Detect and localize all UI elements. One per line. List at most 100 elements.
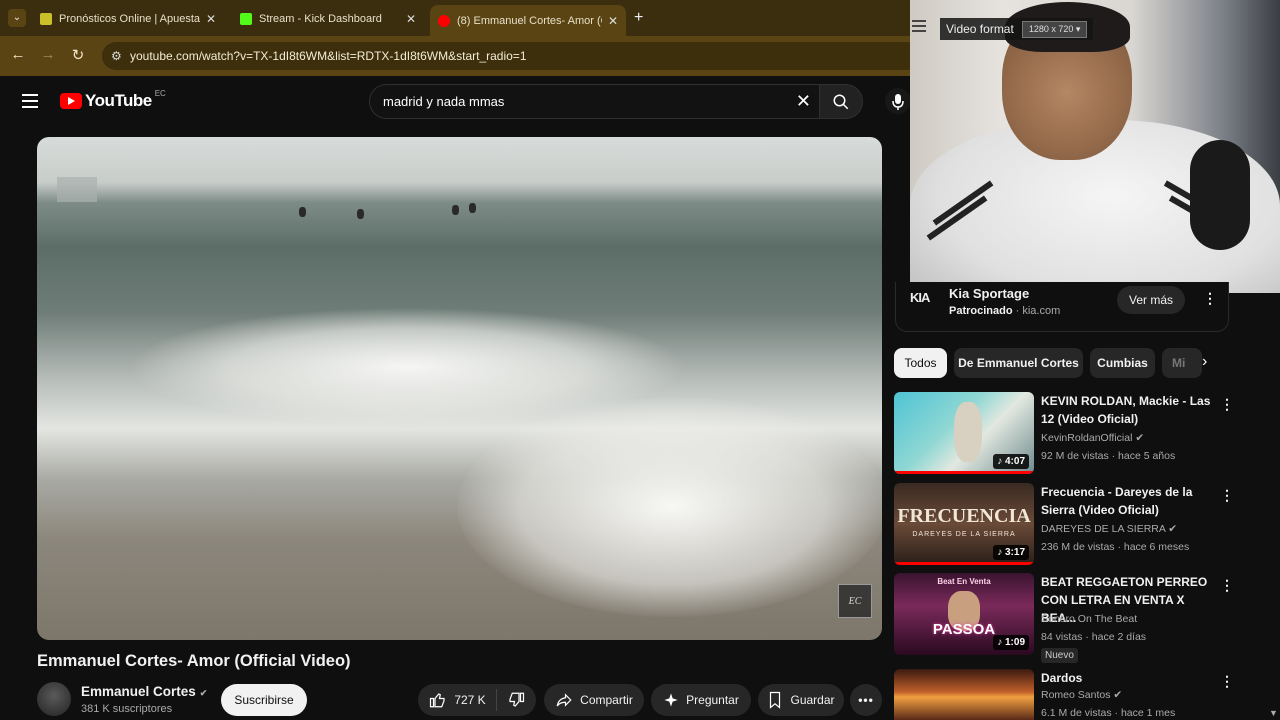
logo-text: YouTube xyxy=(85,91,152,110)
reload-icon[interactable]: ↻ xyxy=(68,46,88,64)
sponsored-label: Patrocinado xyxy=(949,305,1013,317)
tab-favicon xyxy=(40,12,52,25)
share-label: Compartir xyxy=(580,693,633,707)
youtube-logo[interactable]: YouTube EC xyxy=(60,89,166,111)
tab-pronosticos[interactable]: Pronósticos Online | Apuestas D ✕ xyxy=(32,5,224,32)
more-actions-button[interactable]: ••• xyxy=(850,684,882,716)
more-options-icon[interactable]: ⋮ xyxy=(1220,577,1234,594)
kia-logo: KIA xyxy=(910,290,930,305)
new-tab-icon[interactable]: + xyxy=(634,9,643,27)
recommendation-channel: Romeo Santos ✔ xyxy=(1041,689,1123,701)
swimmer xyxy=(469,203,476,213)
sparkle-icon xyxy=(664,693,678,707)
menu-icon[interactable] xyxy=(912,20,926,35)
youtube-header: YouTube EC madrid y nada mmas ✕ xyxy=(0,76,911,128)
site-info-icon[interactable]: ⚙ xyxy=(111,49,122,63)
swimmer xyxy=(299,207,306,217)
save-button[interactable]: Guardar xyxy=(758,684,844,716)
chevron-right-icon[interactable]: › xyxy=(1202,353,1207,371)
video-thumbnail[interactable]: ♪ 4:07 xyxy=(894,392,1034,474)
video-thumbnail[interactable]: Beat En Venta PASSOA ♪ 1:09 xyxy=(894,573,1034,655)
more-options-icon[interactable]: ⋮ xyxy=(1220,487,1234,504)
subscribe-button[interactable]: Suscribirse xyxy=(221,684,307,716)
youtube-favicon-icon xyxy=(438,14,450,27)
tab-search-button[interactable]: ⌄ xyxy=(8,9,26,27)
recommendation-title: KEVIN ROLDAN, Mackie - Las 12 (Video Ofi… xyxy=(1041,394,1211,426)
thumbnail-text: FRECUENCIA xyxy=(897,505,1031,527)
ad-domain: kia.com xyxy=(1022,305,1061,317)
watermark-text: EC xyxy=(848,595,862,607)
ad-subtitle: Patrocinado · kia.com xyxy=(949,305,1061,317)
ad-more-icon[interactable]: ⋮ xyxy=(1203,291,1217,305)
verified-icon: ✔ xyxy=(1135,432,1145,444)
close-icon[interactable]: ✕ xyxy=(406,12,416,26)
verified-icon: ✔ xyxy=(1113,689,1123,701)
channel-name[interactable]: Emmanuel Cortes ✔ xyxy=(81,684,207,699)
like-dislike-group: 727 K xyxy=(418,684,536,716)
channel-avatar[interactable] xyxy=(37,682,71,716)
menu-icon[interactable] xyxy=(22,94,38,112)
watched-progress-bar xyxy=(894,562,1034,565)
video-title: Emmanuel Cortes- Amor (Official Video) xyxy=(37,652,351,670)
more-options-icon[interactable]: ⋮ xyxy=(1220,396,1234,413)
forward-icon[interactable]: → xyxy=(38,46,58,63)
close-icon[interactable]: ✕ xyxy=(608,14,618,28)
duration-badge: ♪ 1:09 xyxy=(993,635,1029,650)
chip-de-emmanuel-cortes[interactable]: De Emmanuel Cortes xyxy=(954,348,1083,378)
tab-youtube-active[interactable]: (8) Emmanuel Cortes- Amor (Of ✕ xyxy=(430,5,626,36)
chip-partial[interactable]: Mi xyxy=(1162,348,1202,378)
thumbs-down-icon xyxy=(509,692,524,707)
back-icon[interactable]: ← xyxy=(8,46,28,63)
save-label: Guardar xyxy=(790,693,835,707)
recommendation-title: Dardos xyxy=(1041,671,1083,685)
search-input[interactable]: madrid y nada mmas ✕ xyxy=(369,84,819,119)
more-options-icon[interactable]: ⋮ xyxy=(1220,673,1234,690)
chip-cumbias[interactable]: Cumbias xyxy=(1090,348,1155,378)
verified-icon: ✔ xyxy=(1168,523,1178,535)
recommendation-channel: Sonoro On The Beat xyxy=(1041,613,1138,625)
recommendation-item[interactable]: Beat En Venta PASSOA ♪ 1:09 BEAT REGGAET… xyxy=(894,573,1234,663)
video-format-select[interactable]: 1280 x 720 ▾ xyxy=(1021,20,1088,38)
clear-search-icon[interactable]: ✕ xyxy=(796,91,811,112)
search-value: madrid y nada mmas xyxy=(383,94,505,109)
chip-todos[interactable]: Todos xyxy=(894,348,947,378)
video-thumbnail[interactable] xyxy=(894,669,1034,720)
dislike-button[interactable] xyxy=(507,691,525,709)
address-bar[interactable]: ⚙ youtube.com/watch?v=TX-1dI8t6WM&list=R… xyxy=(102,42,922,70)
thumbnail-subtext: DAREYES DE LA SIERRA xyxy=(912,531,1016,538)
search-icon xyxy=(833,94,849,109)
recommendation-item[interactable]: ♪ 4:07 KEVIN ROLDAN, Mackie - Las 12 (Vi… xyxy=(894,392,1234,478)
ask-button[interactable]: Preguntar xyxy=(651,684,751,716)
recommendation-item[interactable]: Dardos Romeo Santos ✔ 6.1 M de vistas · … xyxy=(894,669,1234,720)
video-thumbnail[interactable]: FRECUENCIA DAREYES DE LA SIERRA ♪ 3:17 xyxy=(894,483,1034,565)
video-owner-row: Emmanuel Cortes ✔ 381 K suscriptores Susc… xyxy=(37,682,917,720)
watched-progress-bar xyxy=(894,471,1034,474)
thumbnail-banner: Beat En Venta xyxy=(937,577,991,586)
more-icon: ••• xyxy=(858,693,874,707)
youtube-play-icon xyxy=(60,93,82,109)
search-button[interactable] xyxy=(819,84,863,119)
kick-icon xyxy=(240,12,252,25)
video-player[interactable]: EC xyxy=(37,137,882,640)
close-icon[interactable]: ✕ xyxy=(206,12,216,26)
subscriber-count: 381 K suscriptores xyxy=(81,703,173,715)
ad-cta-button[interactable]: Ver más xyxy=(1117,286,1185,314)
video-format-label: Video format xyxy=(946,22,1014,36)
tab-title: Stream - Kick Dashboard xyxy=(259,12,382,25)
microphone-arm xyxy=(1190,140,1250,250)
tab-title: Pronósticos Online | Apuestas D xyxy=(59,12,200,25)
recommendation-meta: 6.1 M de vistas · hace 1 mes xyxy=(1041,707,1176,719)
new-badge: Nuevo xyxy=(1041,648,1078,663)
tab-kick-dashboard[interactable]: Stream - Kick Dashboard ✕ xyxy=(232,5,424,32)
recommendation-meta: 84 vistas · hace 2 días xyxy=(1041,631,1147,643)
like-button[interactable]: 727 K xyxy=(429,691,486,709)
channel-name-text: Emmanuel Cortes xyxy=(81,684,196,699)
scroll-down-icon[interactable]: ▼ xyxy=(1269,708,1278,718)
swimmer xyxy=(452,205,459,215)
channel-watermark[interactable]: EC xyxy=(838,584,872,618)
sponsored-ad-card[interactable]: KIA Kia Sportage Patrocinado · kia.com V… xyxy=(895,282,1229,332)
thumbnail-figure xyxy=(954,402,982,462)
voice-search-button[interactable] xyxy=(885,88,911,114)
share-button[interactable]: Compartir xyxy=(544,684,644,716)
recommendation-item[interactable]: FRECUENCIA DAREYES DE LA SIERRA ♪ 3:17 F… xyxy=(894,483,1234,569)
